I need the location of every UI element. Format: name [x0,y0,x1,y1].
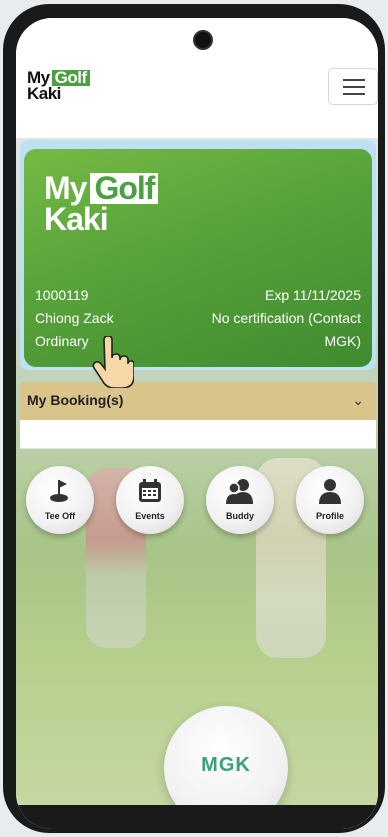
calendar-icon [116,478,184,508]
menu-line [343,86,365,88]
card-row-name: Chiong Zack No certification (Contact [35,310,361,326]
card-row-type: Ordinary MGK) [35,333,361,349]
membership-type: Ordinary [35,333,89,349]
events-button[interactable]: Events [116,466,184,534]
golf-flag-icon [26,478,94,508]
my-bookings-panel [20,420,376,449]
profile-label: Profile [315,511,344,521]
card-row-id: 1000119 Exp 11/11/2025 [35,287,361,303]
membership-card[interactable]: My Golf Kaki 1000119 Exp 11/11/2025 Chion… [24,149,372,367]
hand-pointer-icon [90,335,135,393]
my-bookings-toggle[interactable]: My Booking(s) ⌄ [20,382,376,420]
card-logo: My Golf Kaki [44,172,159,235]
screen-bottom-bezel [16,805,378,829]
certification-status: No certification (Contact [211,310,361,326]
screen: My Golf Kaki My Golf Kaki 1000119 Exp 11/1… [16,18,378,829]
my-bookings-label: My Booking(s) [27,392,124,408]
menu-line [343,79,365,81]
buddy-label: Buddy [226,511,254,521]
events-label: Events [135,511,165,521]
certification-status-cont: MGK) [324,333,361,349]
buddy-button[interactable]: Buddy [206,466,274,534]
member-name: Chiong Zack [35,310,114,326]
ball-text: MGK [201,754,251,776]
app-logo[interactable]: My Golf Kaki [27,69,90,102]
chevron-down-icon: ⌄ [352,392,364,408]
expiry-date: Exp 11/11/2025 [264,287,361,303]
hamburger-menu-button[interactable] [328,68,378,105]
users-icon [206,478,274,508]
phone-frame: My Golf Kaki My Golf Kaki 1000119 Exp 11/1… [3,4,385,833]
front-camera [193,30,213,50]
member-id: 1000119 [35,287,89,303]
user-icon [296,478,364,508]
menu-line [343,93,365,95]
profile-button[interactable]: Profile [296,466,364,534]
tee-off-button[interactable]: Tee Off [26,466,94,534]
tee-off-label: Tee Off [44,511,76,521]
